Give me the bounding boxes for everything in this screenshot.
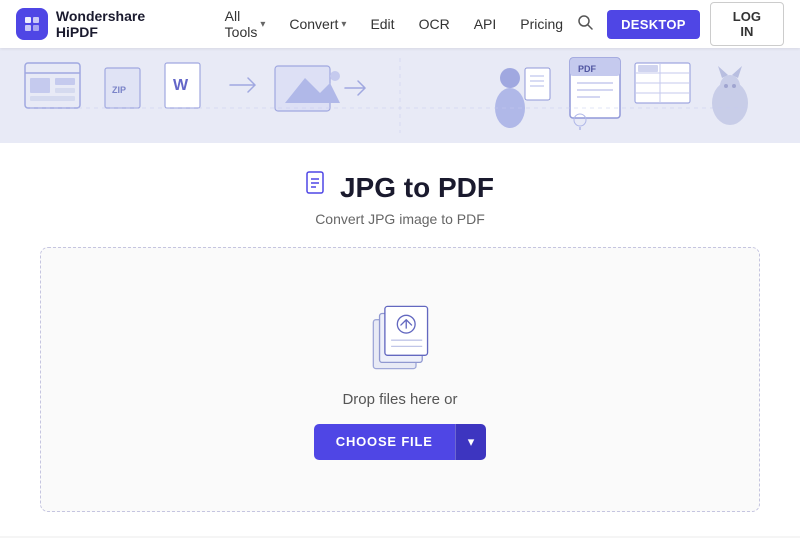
choose-file-dropdown-button[interactable]: ▾ [455, 424, 487, 460]
title-row: JPG to PDF [306, 171, 494, 205]
navbar: Wondershare HiPDF All Tools ▾ Convert ▾ … [0, 0, 800, 48]
choose-file-button[interactable]: CHOOSE FILE [314, 424, 455, 460]
upload-illustration [360, 300, 440, 375]
search-icon[interactable] [573, 10, 597, 39]
chevron-down-icon: ▾ [260, 19, 265, 30]
nav-api[interactable]: API [464, 10, 507, 38]
page-title: JPG to PDF [340, 172, 494, 204]
hero-banner: ZIP W PDF [0, 48, 800, 143]
svg-text:PDF: PDF [578, 64, 597, 74]
desktop-button[interactable]: DESKTOP [607, 10, 700, 39]
chevron-down-icon: ▾ [468, 434, 475, 450]
nav-ocr[interactable]: OCR [409, 10, 460, 38]
chevron-down-icon: ▾ [341, 19, 346, 30]
nav-actions: DESKTOP LOG IN [573, 2, 784, 46]
login-button[interactable]: LOG IN [710, 2, 784, 46]
nav-edit[interactable]: Edit [360, 10, 404, 38]
logo-text: Wondershare HiPDF [56, 8, 191, 40]
page-subtitle: Convert JPG image to PDF [315, 211, 485, 227]
drop-zone: Drop files here or CHOOSE FILE ▾ [40, 247, 760, 512]
file-icon [306, 171, 330, 205]
nav-menu: All Tools ▾ Convert ▾ Edit OCR API Prici… [215, 2, 573, 46]
choose-file-button-row: CHOOSE FILE ▾ [314, 424, 486, 460]
nav-all-tools[interactable]: All Tools ▾ [215, 2, 276, 46]
svg-text:ZIP: ZIP [112, 85, 126, 95]
main-content: JPG to PDF Convert JPG image to PDF [0, 143, 800, 536]
logo-link[interactable]: Wondershare HiPDF [16, 8, 191, 40]
drop-text: Drop files here or [342, 391, 457, 408]
nav-convert[interactable]: Convert ▾ [279, 10, 356, 38]
logo-icon [16, 8, 48, 40]
nav-pricing[interactable]: Pricing [510, 10, 573, 38]
svg-text:W: W [173, 77, 189, 94]
